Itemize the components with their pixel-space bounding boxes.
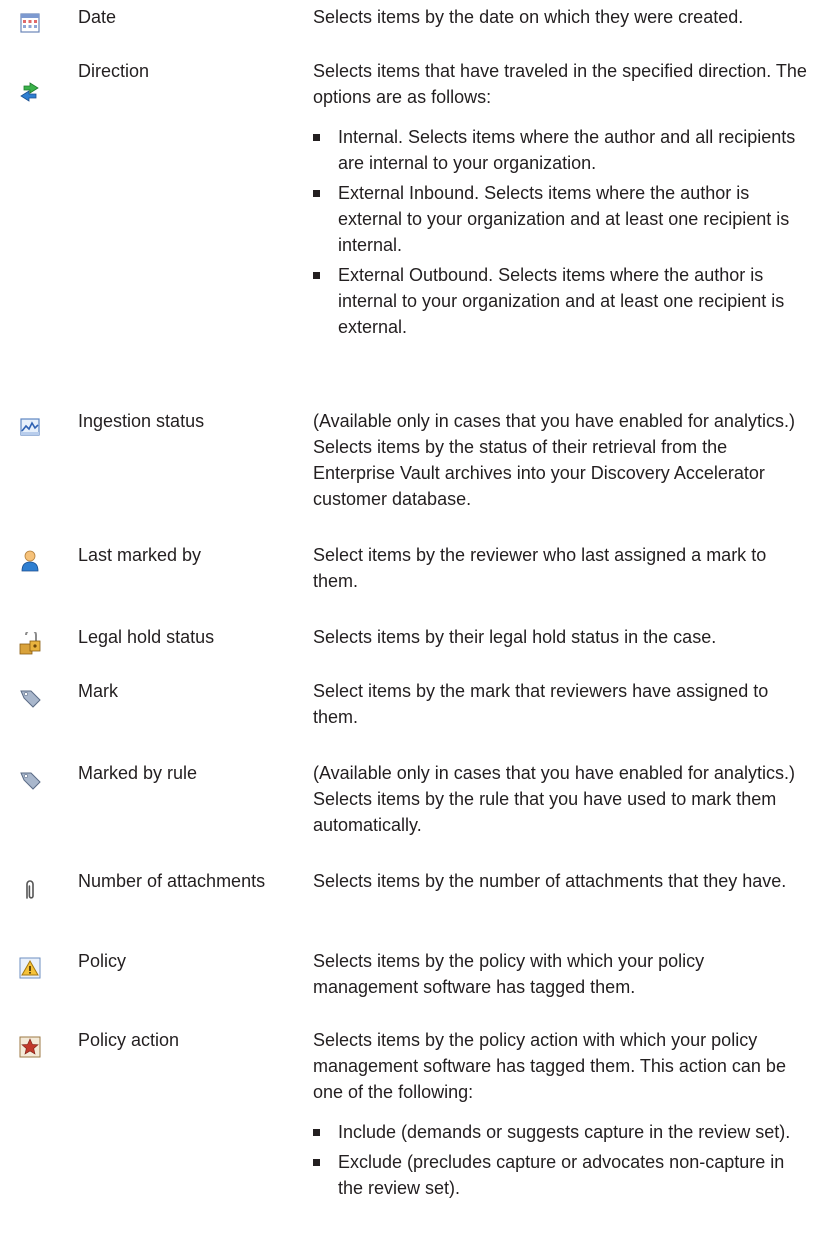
option-list: Internal. Selects items where the author… [313, 124, 813, 340]
list-item: External Outbound. Selects items where t… [313, 262, 813, 340]
term-label: Ingestion status [78, 411, 205, 431]
ingestion-chart-icon [18, 415, 42, 439]
user-icon [18, 549, 42, 573]
term-description: Select items by the mark that reviewers … [313, 681, 769, 727]
calendar-icon [18, 11, 42, 35]
list-item: Exclude (precludes capture or advocates … [313, 1149, 813, 1201]
mark-rule-tag-icon [18, 768, 42, 792]
term-description: (Available only in cases that you have e… [313, 763, 795, 835]
term-description: Selects items by their legal hold status… [313, 627, 717, 647]
term-description: Selects items by the policy with which y… [313, 951, 705, 997]
term-description: Selects items by the policy action with … [313, 1027, 813, 1205]
term-description: Select items by the reviewer who last as… [313, 545, 767, 591]
term-description: Selects items by the date on which they … [313, 7, 744, 27]
term-label: Direction [78, 61, 150, 81]
term-label: Number of attachments [78, 871, 266, 891]
list-item: Internal. Selects items where the author… [313, 124, 813, 176]
term-label: Date [78, 7, 117, 27]
legal-hold-lock-icon [18, 632, 42, 656]
term-label: Policy action [78, 1030, 180, 1050]
definition-list: Date Selects items by the date on which … [0, 0, 820, 1253]
term-description: Selects items that have traveled in the … [313, 58, 813, 344]
term-label: Legal hold status [78, 627, 215, 647]
paperclip-icon [18, 878, 42, 902]
direction-arrows-icon [18, 80, 42, 104]
list-item: Include (demands or suggests capture in … [313, 1119, 813, 1145]
term-description: Selects items by the number of attachmen… [313, 871, 787, 891]
term-description: (Available only in cases that you have e… [313, 411, 795, 509]
term-label: Marked by rule [78, 763, 198, 783]
term-label: Last marked by [78, 545, 202, 565]
policy-warning-icon [18, 956, 42, 980]
list-item: External Inbound. Selects items where th… [313, 180, 813, 258]
term-label: Policy [78, 951, 127, 971]
option-list: Include (demands or suggests capture in … [313, 1119, 813, 1201]
term-label: Mark [78, 681, 118, 701]
mark-tag-icon [18, 686, 42, 710]
policy-action-star-icon [18, 1035, 42, 1059]
